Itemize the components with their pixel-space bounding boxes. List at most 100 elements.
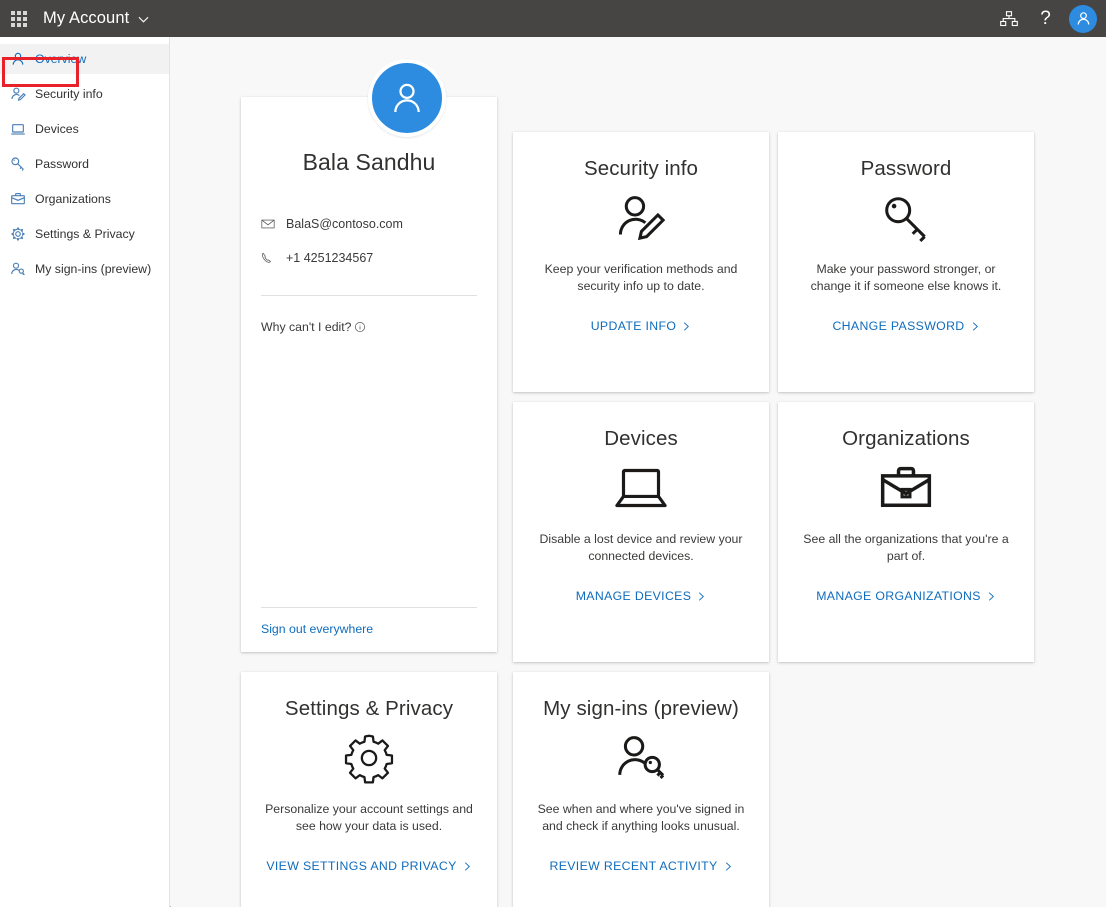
profile-email: BalaS@contoso.com [286,217,403,231]
sidebar-item-label: Security info [35,87,103,100]
key-icon [879,192,933,244]
why-cant-i-edit-label: Why can't I edit? [261,320,352,334]
person-key-icon [614,732,668,784]
card-description: See all the organizations that you're a … [800,531,1012,566]
org-hierarchy-icon [1000,11,1018,27]
profile-phone-row: +1 4251234567 [241,251,497,265]
card-title: Security info [535,157,747,181]
help-question-icon: ? [1040,8,1051,30]
briefcase-icon [10,191,26,207]
card-settings-privacy[interactable]: Settings & Privacy Personalize your acco… [241,672,497,907]
profile-divider [261,295,477,296]
card-icon-wrap [800,187,1012,249]
card-description: Personalize your account settings and se… [263,801,475,836]
key-icon [10,156,26,172]
why-cant-i-edit-link[interactable]: Why can't I edit? [241,320,497,334]
card-devices[interactable]: Devices Disable a lost device and review… [513,402,769,662]
profile-name: Bala Sandhu [241,149,497,176]
person-key-icon [10,261,26,277]
chevron-right-icon [697,592,706,601]
header-actions: ? [990,0,1106,37]
card-action-link[interactable]: VIEW SETTINGS AND PRIVACY [266,859,471,873]
top-header-bar: My Account ? [0,0,1106,37]
card-description: Keep your verification methods and secur… [535,261,747,296]
chevron-right-icon [463,862,472,871]
sidebar-item-label: Overview [35,52,86,65]
chevron-right-icon [724,862,733,871]
card-action-label: MANAGE ORGANIZATIONS [816,589,981,603]
card-title: Settings & Privacy [263,697,475,721]
card-icon-wrap [535,727,747,789]
sidebar-item-label: Password [35,157,89,170]
card-action-link[interactable]: MANAGE ORGANIZATIONS [816,589,996,603]
chevron-down-icon [138,14,149,25]
card-password[interactable]: Password Make your password stronger, or… [778,132,1034,392]
waffle-grid-icon [11,11,27,27]
profile-avatar [368,59,446,137]
card-my-sign-ins[interactable]: My sign-ins (preview) See when and where… [513,672,769,907]
gear-icon [342,732,396,784]
org-hierarchy-button[interactable] [990,0,1027,37]
avatar[interactable] [1069,5,1097,33]
person-icon [10,51,26,67]
main-content: Bala Sandhu BalaS@contoso.com +1 4251234… [171,37,1106,907]
sidebar-item-overview[interactable]: Overview [0,44,169,74]
phone-icon [261,251,275,265]
sidebar-item-label: Devices [35,122,79,135]
chevron-right-icon [971,322,980,331]
card-icon-wrap [263,727,475,789]
gear-icon [10,226,26,242]
card-title: Organizations [800,427,1012,451]
card-action-link[interactable]: CHANGE PASSWORD [832,319,979,333]
laptop-icon [10,121,26,137]
app-title-menu[interactable]: My Account [43,9,149,28]
info-circle-icon [354,321,366,333]
card-organizations[interactable]: Organizations See all the organizations … [778,402,1034,662]
sidebar-item-security-info[interactable]: Security info [0,79,169,109]
card-description: Make your password stronger, or change i… [800,261,1012,296]
sidebar-item-settings-privacy[interactable]: Settings & Privacy [0,219,169,249]
profile-bottom-divider [261,607,477,608]
sidebar-item-label: Settings & Privacy [35,227,135,240]
user-avatar-icon [1075,10,1092,27]
profile-email-row: BalaS@contoso.com [241,217,497,231]
card-action-link[interactable]: REVIEW RECENT ACTIVITY [549,859,732,873]
card-action-link[interactable]: MANAGE DEVICES [576,589,707,603]
sidebar-item-label: My sign-ins (preview) [35,262,151,275]
card-title: My sign-ins (preview) [535,697,747,721]
card-icon-wrap [535,457,747,519]
person-pen-icon [10,86,26,102]
person-pen-icon [614,192,668,244]
sidebar-nav: Overview Security info Devices Pass [0,37,170,907]
sidebar-item-my-sign-ins[interactable]: My sign-ins (preview) [0,254,169,284]
card-action-label: VIEW SETTINGS AND PRIVACY [266,859,456,873]
my-account-page: My Account ? [0,0,1106,907]
sidebar-item-label: Organizations [35,192,111,205]
sidebar-item-password[interactable]: Password [0,149,169,179]
card-action-label: MANAGE DEVICES [576,589,692,603]
sidebar-item-organizations[interactable]: Organizations [0,184,169,214]
card-title: Password [800,157,1012,181]
sidebar-item-devices[interactable]: Devices [0,114,169,144]
help-button[interactable]: ? [1027,0,1064,37]
chevron-right-icon [682,322,691,331]
envelope-icon [261,217,275,231]
laptop-icon [613,463,669,513]
card-security-info[interactable]: Security info Keep your verification met… [513,132,769,392]
card-icon-wrap [535,187,747,249]
card-action-link[interactable]: UPDATE INFO [591,319,692,333]
card-action-label: REVIEW RECENT ACTIVITY [549,859,717,873]
app-title-label: My Account [43,9,129,28]
profile-card: Bala Sandhu BalaS@contoso.com +1 4251234… [241,97,497,652]
briefcase-icon [878,463,934,513]
card-action-label: UPDATE INFO [591,319,677,333]
waffle-menu-button[interactable] [0,0,38,37]
card-description: Disable a lost device and review your co… [535,531,747,566]
card-description: See when and where you've signed in and … [535,801,747,836]
card-title: Devices [535,427,747,451]
user-avatar-icon [387,78,427,118]
card-action-label: CHANGE PASSWORD [832,319,964,333]
sign-out-everywhere-link[interactable]: Sign out everywhere [261,622,373,636]
card-icon-wrap [800,457,1012,519]
profile-phone: +1 4251234567 [286,251,373,265]
